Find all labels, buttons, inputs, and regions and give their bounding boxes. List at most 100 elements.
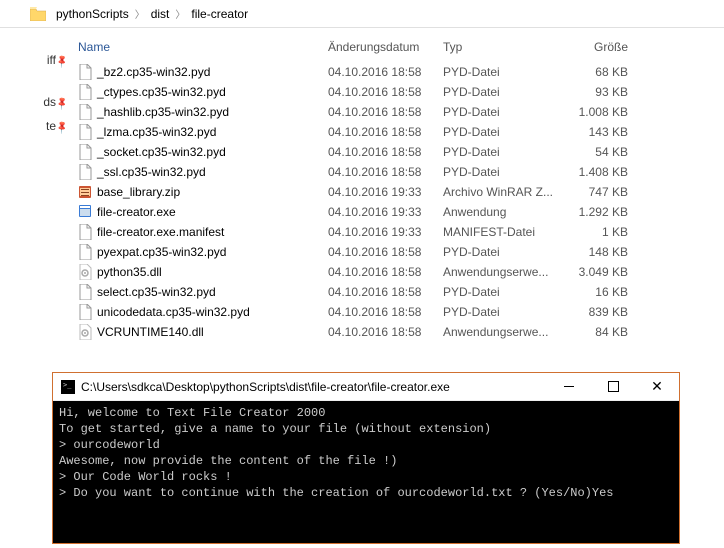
file-name: pyexpat.cp35-win32.pyd <box>97 245 226 259</box>
file-row[interactable]: select.cp35-win32.pyd 04.10.2016 18:58PYD… <box>78 282 724 302</box>
file-size: 54 KB <box>568 145 658 159</box>
file-size: 1 KB <box>568 225 658 239</box>
breadcrumb-item[interactable]: file-creator <box>187 7 252 21</box>
file-type: PYD-Datei <box>443 105 568 119</box>
file-date: 04.10.2016 18:58 <box>328 305 443 319</box>
file-row[interactable]: _hashlib.cp35-win32.pyd 04.10.2016 18:58P… <box>78 102 724 122</box>
file-date: 04.10.2016 18:58 <box>328 65 443 79</box>
header-date[interactable]: Änderungsdatum <box>328 40 443 54</box>
file-row[interactable]: _lzma.cp35-win32.pyd 04.10.2016 18:58PYD-… <box>78 122 724 142</box>
file-type: MANIFEST-Datei <box>443 225 568 239</box>
file-type: PYD-Datei <box>443 165 568 179</box>
file-size: 1.292 KB <box>568 205 658 219</box>
file-type-icon <box>78 144 92 160</box>
file-type: Anwendungserwe... <box>443 265 568 279</box>
file-type: Anwendungserwe... <box>443 325 568 339</box>
header-name[interactable]: Name <box>78 40 328 54</box>
file-type: PYD-Datei <box>443 65 568 79</box>
console-titlebar[interactable]: C:\Users\sdkca\Desktop\pythonScripts\dis… <box>53 373 679 401</box>
file-size: 747 KB <box>568 185 658 199</box>
file-name: _lzma.cp35-win32.pyd <box>97 125 216 139</box>
file-type-icon <box>78 324 92 340</box>
file-type-icon <box>78 284 92 300</box>
file-name: _hashlib.cp35-win32.pyd <box>97 105 229 119</box>
file-name: file-creator.exe.manifest <box>97 225 224 239</box>
file-row[interactable]: python35.dll 04.10.2016 18:58Anwendungser… <box>78 262 724 282</box>
file-size: 143 KB <box>568 125 658 139</box>
file-date: 04.10.2016 18:58 <box>328 325 443 339</box>
file-type-icon <box>78 224 92 240</box>
file-type-icon <box>78 304 92 320</box>
breadcrumb-item[interactable]: pythonScripts <box>52 7 133 21</box>
maximize-button[interactable] <box>591 373 635 400</box>
file-date: 04.10.2016 18:58 <box>328 125 443 139</box>
file-name: _bz2.cp35-win32.pyd <box>97 65 210 79</box>
folder-icon <box>30 7 46 21</box>
file-type-icon <box>78 184 92 200</box>
file-type-icon <box>78 64 92 80</box>
header-type[interactable]: Typ <box>443 40 568 54</box>
file-row[interactable]: _ssl.cp35-win32.pyd04.10.2016 18:58PYD-D… <box>78 162 724 182</box>
file-list: Name Änderungsdatum Typ Größe _bz2.cp35-… <box>60 28 724 368</box>
file-name: _socket.cp35-win32.pyd <box>97 145 226 159</box>
sidebar-item[interactable]: iff📌 <box>0 48 60 72</box>
file-date: 04.10.2016 18:58 <box>328 105 443 119</box>
breadcrumb-item[interactable]: dist <box>147 7 174 21</box>
file-type-icon <box>78 104 92 120</box>
file-size: 68 KB <box>568 65 658 79</box>
file-row[interactable]: VCRUNTIME140.dll 04.10.2016 18:58Anwendun… <box>78 322 724 342</box>
chevron-right-icon: 〉 <box>133 6 147 21</box>
file-size: 1.008 KB <box>568 105 658 119</box>
file-row[interactable]: _socket.cp35-win32.pyd 04.10.2016 18:58PY… <box>78 142 724 162</box>
breadcrumb[interactable]: pythonScripts 〉 dist 〉 file-creator <box>0 0 724 28</box>
minimize-button[interactable] <box>547 373 591 400</box>
file-row[interactable]: pyexpat.cp35-win32.pyd04.10.2016 18:58PY… <box>78 242 724 262</box>
file-name: _ctypes.cp35-win32.pyd <box>97 85 226 99</box>
file-name: base_library.zip <box>97 185 180 199</box>
file-size: 3.049 KB <box>568 265 658 279</box>
file-name: python35.dll <box>97 265 162 279</box>
file-date: 04.10.2016 18:58 <box>328 85 443 99</box>
file-size: 148 KB <box>568 245 658 259</box>
file-size: 839 KB <box>568 305 658 319</box>
file-date: 04.10.2016 18:58 <box>328 145 443 159</box>
file-name: file-creator.exe <box>97 205 176 219</box>
sidebar-item[interactable]: te📌 <box>0 114 60 138</box>
file-row[interactable]: file-creator.exe04.10.2016 19:33Anwendun… <box>78 202 724 222</box>
file-date: 04.10.2016 18:58 <box>328 245 443 259</box>
file-size: 93 KB <box>568 85 658 99</box>
file-type-icon <box>78 164 92 180</box>
file-type: PYD-Datei <box>443 285 568 299</box>
console-output[interactable]: Hi, welcome to Text File Creator 2000 To… <box>53 401 679 543</box>
file-type: PYD-Datei <box>443 125 568 139</box>
file-name: select.cp35-win32.pyd <box>97 285 216 299</box>
file-type: PYD-Datei <box>443 85 568 99</box>
file-date: 04.10.2016 18:58 <box>328 285 443 299</box>
file-type: PYD-Datei <box>443 145 568 159</box>
file-type-icon <box>78 124 92 140</box>
file-size: 84 KB <box>568 325 658 339</box>
file-date: 04.10.2016 18:58 <box>328 265 443 279</box>
file-size: 1.408 KB <box>568 165 658 179</box>
file-date: 04.10.2016 19:33 <box>328 185 443 199</box>
chevron-right-icon: 〉 <box>173 6 187 21</box>
close-button[interactable]: ✕ <box>635 373 679 400</box>
header-size[interactable]: Größe <box>568 40 658 54</box>
file-type: Archivo WinRAR Z... <box>443 185 568 199</box>
sidebar: iff📌 ds📌 te📌 <box>0 28 60 368</box>
console-title: C:\Users\sdkca\Desktop\pythonScripts\dis… <box>81 380 547 394</box>
file-row[interactable]: file-creator.exe.manifest 04.10.2016 19:3… <box>78 222 724 242</box>
column-headers: Name Änderungsdatum Typ Größe <box>78 36 724 62</box>
file-name: VCRUNTIME140.dll <box>97 325 204 339</box>
file-type: Anwendung <box>443 205 568 219</box>
file-type-icon <box>78 244 92 260</box>
file-date: 04.10.2016 18:58 <box>328 165 443 179</box>
file-row[interactable]: unicodedata.cp35-win32.pyd04.10.2016 18:… <box>78 302 724 322</box>
file-date: 04.10.2016 19:33 <box>328 225 443 239</box>
file-row[interactable]: _bz2.cp35-win32.pyd 04.10.2016 18:58PYD-D… <box>78 62 724 82</box>
file-row[interactable]: _ctypes.cp35-win32.pyd 04.10.2016 18:58PY… <box>78 82 724 102</box>
file-type: PYD-Datei <box>443 305 568 319</box>
sidebar-item[interactable]: ds📌 <box>0 90 60 114</box>
console-window: C:\Users\sdkca\Desktop\pythonScripts\dis… <box>52 372 680 544</box>
file-row[interactable]: base_library.zip 04.10.2016 19:33Archivo … <box>78 182 724 202</box>
